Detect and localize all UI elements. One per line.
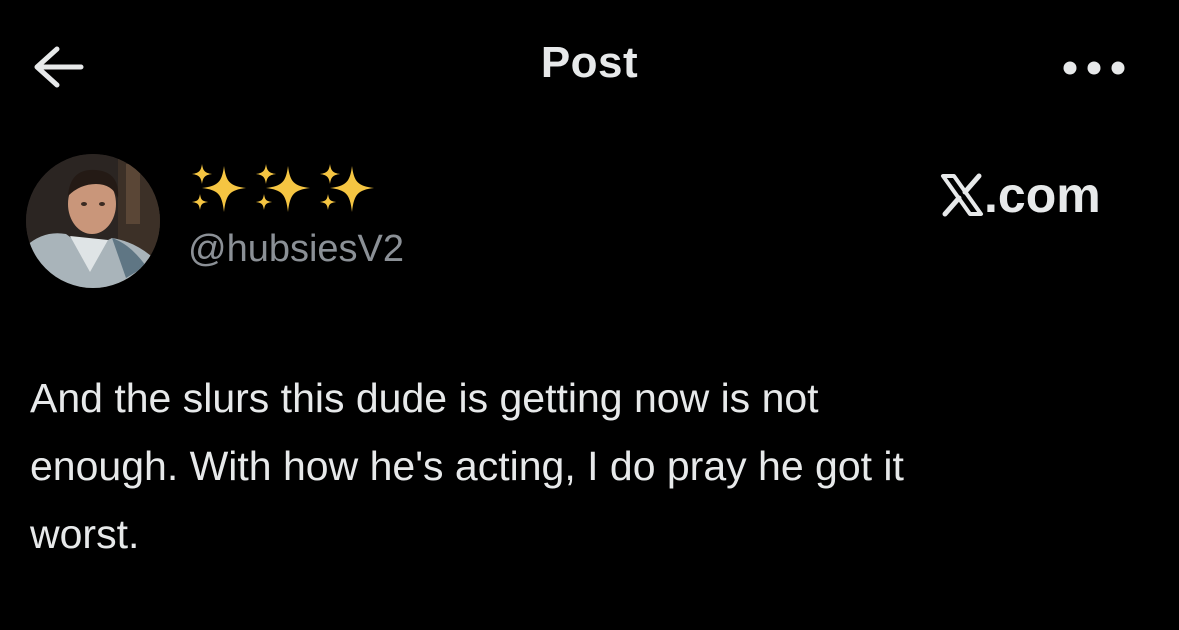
tweet-text: And the slurs this dude is getting now i…	[30, 364, 1140, 568]
top-bar: Post	[0, 0, 1179, 130]
tweet-line: And the slurs this dude is getting now i…	[30, 375, 819, 421]
more-horizontal-icon	[1063, 61, 1125, 75]
sparkles-icon	[320, 164, 374, 212]
user-handle[interactable]: @hubsiesV2	[188, 228, 404, 271]
site-watermark-text: .com	[984, 167, 1101, 223]
page-title: Post	[540, 38, 639, 87]
arrow-left-icon	[34, 46, 84, 88]
back-button[interactable]	[30, 42, 88, 92]
more-options-button[interactable]	[1058, 48, 1130, 88]
sparkles-icon	[192, 164, 246, 212]
sparkles-icon	[256, 164, 310, 212]
author-header: @hubsiesV2 .com	[0, 140, 1179, 300]
avatar-photo	[26, 154, 160, 288]
tweet-line: worst.	[30, 511, 140, 557]
site-watermark: .com	[940, 166, 1101, 224]
avatar[interactable]	[26, 154, 160, 288]
display-name[interactable]	[188, 162, 376, 216]
x-logo-icon	[941, 173, 983, 217]
tweet-line: enough. With how he's acting, I do pray …	[30, 443, 904, 489]
